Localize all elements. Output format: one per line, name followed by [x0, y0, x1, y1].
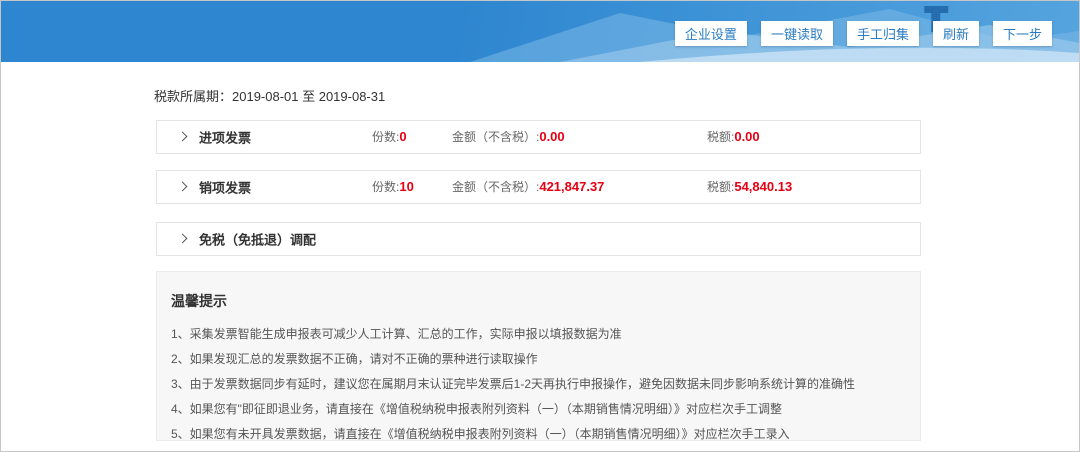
header-toolbar: 企业设置 一键读取 手工归集 刷新 下一步: [675, 21, 1052, 46]
tip-item: 4、如果您有"即征即退业务，请直接在《增值税纳税申报表附列资料（一）（本期销售情…: [171, 397, 906, 422]
app-window: 企业设置 一键读取 手工归集 刷新 下一步 税款所属期：2019-08-01 至…: [0, 0, 1080, 452]
tip-item: 2、如果发现汇总的发票数据不正确，请对不正确的票种进行读取操作: [171, 347, 906, 372]
amount-field: 金额（不含税）:421,847.37: [452, 178, 604, 196]
count-field: 份数:10: [372, 178, 414, 196]
tax-label: 税额:: [707, 130, 734, 144]
row-title: 免税（免抵退）调配: [199, 230, 316, 249]
input-invoice-row[interactable]: 进项发票 份数:0 金额（不含税）:0.00 税额:0.00: [156, 120, 921, 154]
manual-collect-button[interactable]: 手工归集: [847, 21, 919, 46]
count-field: 份数:0: [372, 128, 407, 146]
chevron-right-icon: [178, 233, 188, 243]
amount-label: 金额（不含税）:: [452, 180, 539, 194]
amount-field: 金额（不含税）:0.00: [452, 128, 565, 146]
next-step-button[interactable]: 下一步: [993, 21, 1052, 46]
count-label: 份数:: [372, 130, 399, 144]
output-invoice-row[interactable]: 销项发票 份数:10 金额（不含税）:421,847.37 税额:54,840.…: [156, 170, 921, 204]
enterprise-settings-button[interactable]: 企业设置: [675, 21, 747, 46]
amount-value: 0.00: [539, 129, 564, 144]
count-label: 份数:: [372, 180, 399, 194]
amount-value: 421,847.37: [539, 179, 604, 194]
amount-label: 金额（不含税）:: [452, 130, 539, 144]
tax-period-label: 税款所属期：2019-08-01 至 2019-08-31: [154, 86, 385, 105]
header-banner: 企业设置 一键读取 手工归集 刷新 下一步: [1, 1, 1079, 62]
tax-value: 54,840.13: [734, 179, 792, 194]
tax-field: 税额:0.00: [707, 128, 760, 146]
tip-item: 1、采集发票智能生成申报表可减少人工计算、汇总的工作，实际申报以填报数据为准: [171, 322, 906, 347]
count-value: 10: [399, 179, 413, 194]
tax-field: 税额:54,840.13: [707, 178, 792, 196]
tax-label: 税额:: [707, 180, 734, 194]
tip-item: 5、如果您有未开具发票数据，请直接在《增值税纳税申报表附列资料（一）（本期销售情…: [171, 422, 906, 447]
one-click-read-button[interactable]: 一键读取: [761, 21, 833, 46]
tips-title: 温馨提示: [171, 291, 906, 311]
tips-box: 温馨提示 1、采集发票智能生成申报表可减少人工计算、汇总的工作，实际申报以填报数…: [156, 271, 921, 441]
tax-free-allocation-row[interactable]: 免税（免抵退）调配: [156, 222, 921, 256]
count-value: 0: [399, 129, 406, 144]
refresh-button[interactable]: 刷新: [933, 21, 979, 46]
row-title: 销项发票: [199, 178, 251, 197]
row-title: 进项发票: [199, 128, 251, 147]
chevron-right-icon: [178, 181, 188, 191]
tip-item: 3、由于发票数据同步有延时，建议您在属期月末认证完毕发票后1-2天再执行申报操作…: [171, 372, 906, 397]
tax-value: 0.00: [734, 129, 759, 144]
chevron-right-icon: [178, 131, 188, 141]
